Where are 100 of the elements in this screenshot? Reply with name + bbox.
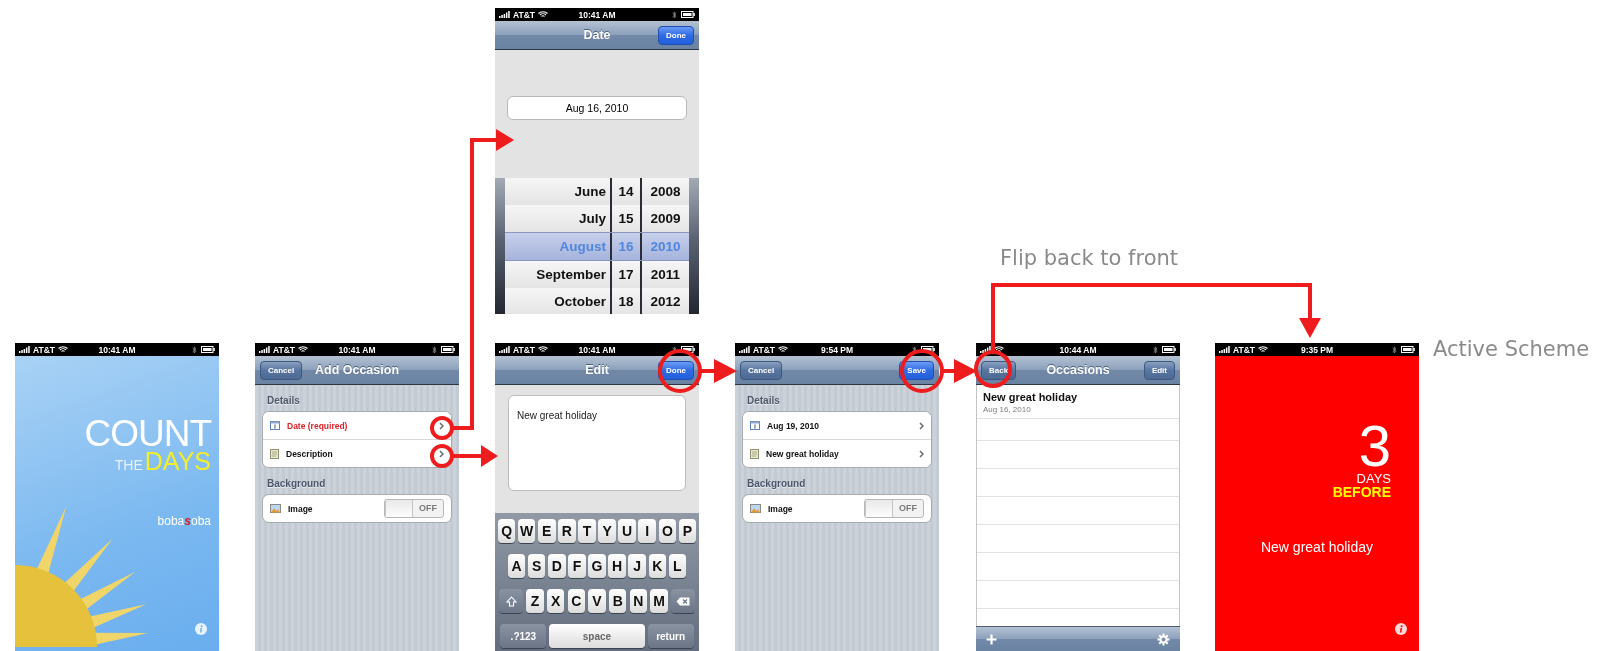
occasion-title: New great holiday: [983, 391, 1079, 403]
keyboard-key[interactable]: D: [548, 554, 566, 578]
toggle-switch[interactable]: OFF: [384, 499, 444, 518]
table-row[interactable]: New great holiday: [743, 439, 931, 467]
return-key[interactable]: return: [647, 624, 694, 648]
bluetooth-icon: [1153, 345, 1158, 354]
chevron-icon: [439, 421, 444, 430]
keyboard-key[interactable]: E: [538, 519, 556, 543]
keyboard-key[interactable]: X: [546, 589, 565, 613]
info-icon[interactable]: [1395, 623, 1407, 635]
occasion-date: Aug 16, 2010: [983, 405, 1032, 414]
highlight-ring: [658, 349, 702, 393]
status-time: 10:44 AM: [1059, 344, 1097, 355]
nav-button[interactable]: Edit: [1143, 360, 1175, 380]
highlight-ring: [900, 349, 944, 393]
shift-key[interactable]: [499, 589, 523, 613]
keyboard-key[interactable]: B: [608, 589, 627, 613]
toggle-switch[interactable]: OFF: [864, 499, 924, 518]
signal-icon: [739, 346, 750, 353]
carrier-name: AT&T: [273, 344, 296, 355]
keyboard-key[interactable]: T: [578, 519, 596, 543]
picker-row[interactable]: October 18 2012: [505, 288, 689, 314]
keyboard-key[interactable]: C: [567, 589, 586, 613]
row-label: Image: [288, 503, 314, 514]
section-header: Background: [266, 477, 327, 491]
table-row[interactable]: Description: [263, 439, 451, 467]
count-unit: DAYS: [1356, 472, 1391, 486]
nav-button[interactable]: Cancel: [740, 360, 783, 380]
logo-count: COUNT: [84, 416, 211, 452]
bluetooth-icon: [672, 10, 677, 19]
annotation-label: Active Scheme: [1433, 337, 1590, 361]
keyboard-key[interactable]: Q: [497, 519, 516, 543]
signal-icon: [19, 346, 30, 353]
chevron-icon: [919, 449, 924, 458]
carrier-name: AT&T: [33, 344, 56, 355]
row-label: Aug 19, 2010: [767, 420, 820, 431]
count-relation: BEFORE: [1332, 485, 1391, 500]
keyboard-key[interactable]: M: [650, 589, 668, 613]
keyboard-key[interactable]: L: [668, 554, 687, 578]
keyboard-key[interactable]: P: [678, 519, 697, 543]
note-icon: [270, 448, 279, 459]
bluetooth-icon: [432, 345, 437, 354]
info-icon[interactable]: [195, 623, 207, 635]
keyboard-key[interactable]: F: [568, 554, 586, 578]
nav-button[interactable]: Cancel: [260, 360, 303, 380]
keyboard-key[interactable]: H: [608, 554, 626, 578]
chevron-icon: [919, 421, 924, 430]
row-label: Date (required): [287, 420, 349, 431]
keyboard-key[interactable]: N: [629, 589, 648, 613]
keyboard-key[interactable]: U: [618, 519, 636, 543]
nav-title: Add Occasion: [314, 363, 399, 377]
delete-key[interactable]: [671, 589, 695, 613]
keyboard-key[interactable]: V: [588, 589, 606, 613]
keyboard-key[interactable]: I: [638, 519, 656, 543]
picker-year: 2009: [649, 210, 682, 228]
wifi-icon: [538, 11, 549, 18]
nav-title: Edit: [585, 363, 609, 377]
signal-icon: [499, 11, 510, 18]
keyboard-key[interactable]: S: [527, 554, 546, 578]
connector-arrow: [452, 445, 498, 467]
connector-arrow: [942, 359, 977, 383]
calendar-icon: [750, 421, 760, 430]
keyboard-key[interactable]: O: [658, 519, 677, 543]
row-label: New great holiday: [766, 448, 840, 459]
keyboard-key[interactable]: W: [517, 519, 536, 543]
picker-row[interactable]: July 15 2009: [505, 205, 689, 232]
day-count: 3: [1358, 420, 1391, 473]
battery-icon: [1162, 346, 1176, 353]
space-key[interactable]: space: [549, 624, 645, 648]
battery-icon: [441, 346, 455, 353]
number-mode-key[interactable]: .?123: [500, 624, 547, 648]
chevron-icon: [439, 449, 444, 458]
date-field[interactable]: Aug 16, 2010: [507, 96, 687, 120]
picker-row[interactable]: June 14 2008: [505, 178, 689, 205]
shift-icon: [505, 595, 517, 607]
bluetooth-icon: [192, 345, 197, 354]
logo-the: THE: [114, 457, 143, 474]
bluetooth-icon: [912, 345, 917, 354]
keyboard-key[interactable]: K: [648, 554, 667, 578]
keyboard-key[interactable]: J: [628, 554, 646, 578]
primary-nav-button[interactable]: Done: [658, 25, 694, 45]
calendar-icon: [270, 421, 280, 430]
backspace-icon: [676, 596, 690, 606]
picker-row[interactable]: September 17 2011: [505, 261, 689, 288]
nav-title: Occasions: [1046, 363, 1110, 377]
keyboard-key[interactable]: A: [507, 554, 526, 578]
keyboard-key[interactable]: Y: [598, 519, 616, 543]
settings-icon[interactable]: [1157, 632, 1170, 646]
add-icon[interactable]: [986, 633, 997, 645]
wifi-icon: [538, 346, 549, 353]
battery-icon: [921, 346, 935, 353]
image-icon: [270, 504, 281, 513]
status-time: 10:41 AM: [578, 9, 616, 20]
highlight-ring: [430, 416, 454, 440]
keyboard-key[interactable]: G: [588, 554, 606, 578]
keyboard-key[interactable]: R: [558, 519, 576, 543]
brand-logo: bobasoba: [157, 514, 211, 529]
keyboard-key[interactable]: Z: [526, 589, 544, 613]
battery-icon: [681, 346, 695, 353]
text-area[interactable]: New great holiday: [508, 395, 686, 491]
